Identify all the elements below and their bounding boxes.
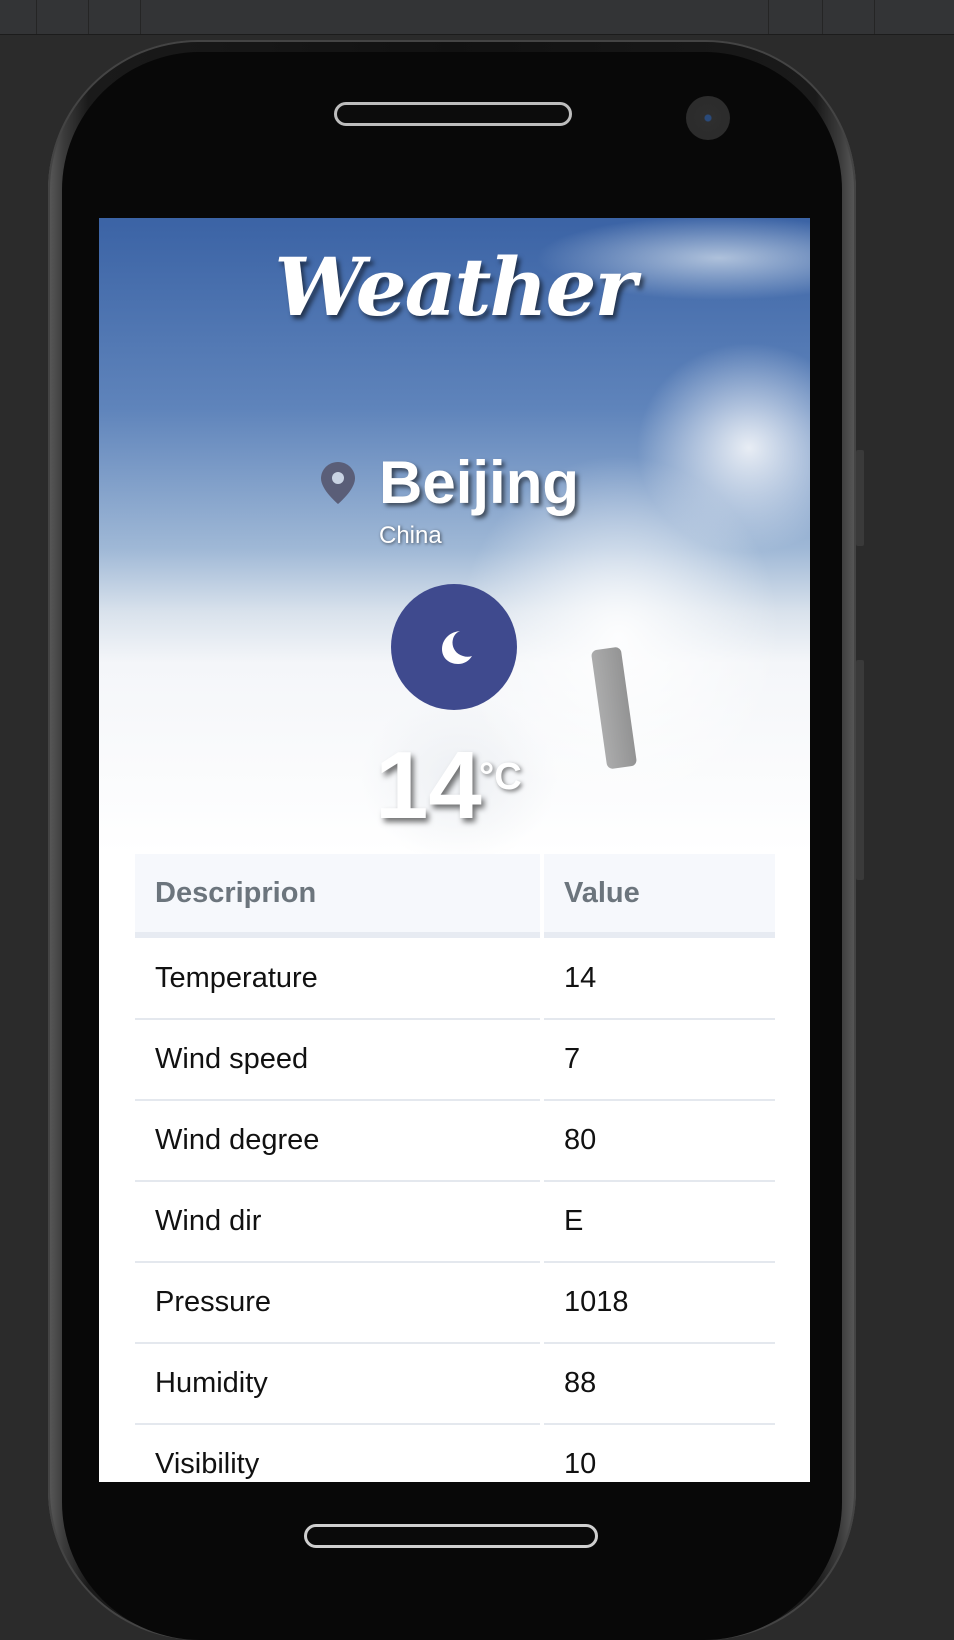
phone-volume-button (856, 450, 864, 546)
row-value: 10 (564, 1447, 597, 1480)
phone-speaker (334, 102, 572, 126)
table-row: Humidity 88 (135, 1343, 775, 1425)
toolbar-divider (874, 0, 875, 34)
temperature-unit: °C (479, 756, 522, 798)
phone-side-button (856, 660, 864, 880)
hero-background: Weather Beijing China 14 °C (99, 218, 810, 854)
toolbar-divider (768, 0, 769, 34)
weather-icon-circle (391, 584, 517, 710)
tree-trunk (590, 646, 638, 770)
table-row: Wind degree 80 (135, 1100, 775, 1182)
temperature-value: 14 (375, 732, 482, 839)
row-value: E (564, 1204, 584, 1237)
column-gap (540, 854, 544, 938)
city-name: Beijing (379, 449, 580, 516)
table-header: Descriprion Value (135, 854, 775, 938)
row-label: Wind speed (155, 1042, 309, 1075)
row-value: 14 (564, 961, 597, 994)
toolbar-divider (822, 0, 823, 34)
row-value: 1018 (564, 1285, 629, 1318)
table-row: Wind speed 7 (135, 1019, 775, 1101)
home-button[interactable] (304, 1524, 598, 1548)
camera-icon (686, 96, 730, 140)
column-gap (540, 938, 544, 1482)
toolbar-divider (88, 0, 89, 34)
country-name: China (379, 522, 442, 549)
table-row: Wind dir E (135, 1181, 775, 1263)
moon-icon (442, 631, 472, 664)
row-value: 7 (564, 1042, 581, 1075)
app-screen: Weather Beijing China 14 °C Descriprion … (99, 218, 810, 1482)
row-label: Pressure (155, 1285, 272, 1318)
table-row: Pressure 1018 (135, 1262, 775, 1344)
row-label: Visibility (155, 1447, 260, 1480)
row-label: Temperature (155, 961, 318, 994)
row-label: Wind degree (155, 1123, 320, 1156)
weather-table: Descriprion Value Temperature 14 Wind sp… (135, 854, 775, 1482)
table-row: Visibility 10 (135, 1424, 775, 1482)
row-label: Humidity (155, 1366, 268, 1399)
row-value: 80 (564, 1123, 597, 1156)
row-label: Wind dir (155, 1204, 262, 1237)
app-title: Weather (274, 240, 636, 334)
row-value: 88 (564, 1366, 597, 1399)
header-description: Descriprion (155, 876, 317, 909)
location-pin-icon (321, 462, 355, 504)
header-value: Value (564, 876, 640, 909)
table-row: Temperature 14 (135, 938, 775, 1020)
toolbar-divider (140, 0, 141, 34)
toolbar-divider (36, 0, 37, 34)
editor-toolbar (0, 0, 954, 35)
